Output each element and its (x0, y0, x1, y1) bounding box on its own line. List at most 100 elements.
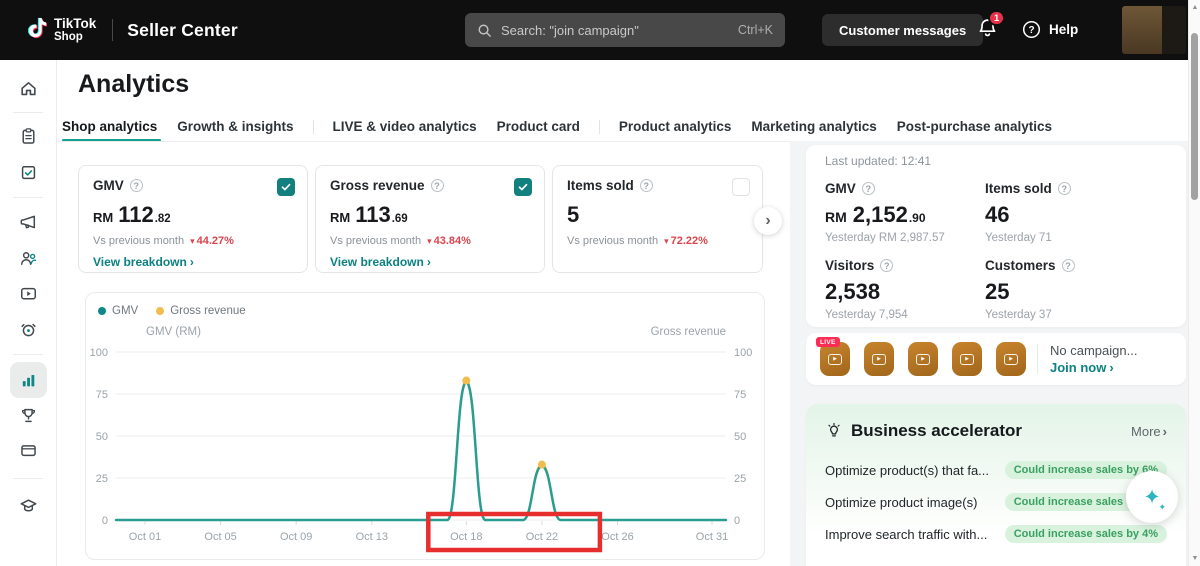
help-icon[interactable]: ? (880, 259, 894, 272)
sidebar-item-home[interactable] (10, 70, 47, 106)
help-button[interactable]: ? Help (1022, 20, 1078, 39)
view-breakdown-link[interactable]: View breakdown › (93, 255, 293, 269)
metric-card-checkbox[interactable] (514, 178, 532, 196)
metric-card-items-sold[interactable]: Items sold ? 5 Vs previous month ▾ 72.22% (552, 165, 763, 273)
right-axis-tick: 25 (734, 473, 746, 485)
ai-assistant-button[interactable]: ✦ ✦ (1126, 471, 1178, 523)
help-icon[interactable]: ? (639, 179, 653, 192)
sidebar-item-live[interactable] (10, 311, 47, 347)
impact-badge: Could increase sales by 4% (1004, 525, 1167, 543)
campaign-avatar-row: LIVE ▶ ▶ ▶ ▶ ▶ (816, 337, 1026, 376)
x-tick-label: Oct 09 (280, 531, 312, 543)
tab-group-divider (598, 119, 600, 134)
legend-item-gmv[interactable]: GMV (98, 305, 138, 317)
campaign-avatar[interactable]: LIVE ▶ (816, 337, 850, 376)
tab-shop-analytics[interactable]: Shop analytics (62, 112, 167, 142)
help-icon[interactable]: ? (430, 179, 444, 192)
overview-metric-value: 46 (985, 202, 1010, 227)
global-search-input[interactable]: Search: "join campaign" Ctrl+K (465, 13, 785, 47)
campaign-avatar[interactable]: ▶ (864, 342, 894, 376)
search-shortcut-hint: Ctrl+K (737, 23, 773, 37)
carousel-next-button[interactable]: › (754, 207, 782, 235)
sidebar-item-marketing[interactable] (10, 204, 47, 240)
accelerator-suggestion-row[interactable]: Optimize product(s) that fa... Could incr… (825, 461, 1167, 479)
tab-product-card[interactable]: Product card (487, 112, 590, 141)
chevron-right-icon: › (1109, 360, 1114, 375)
avatar-image-left (1122, 6, 1162, 54)
metric-card-gross-revenue[interactable]: Gross revenue ? RM 113 .69 Vs previous m… (315, 165, 545, 273)
help-icon[interactable]: ? (129, 179, 143, 192)
chart-card: GMV Gross revenue 0 0 25 25 50 50 75 75 100 100 GM… (85, 292, 765, 560)
video-play-icon: ▶ (872, 353, 886, 365)
campaign-avatar[interactable]: ▶ (996, 342, 1026, 376)
svg-text:?: ? (1028, 25, 1034, 36)
scroll-up-icon[interactable]: ▲ (1189, 4, 1200, 11)
campaign-avatar[interactable]: ▶ (952, 342, 982, 376)
tab-post-purchase-analytics[interactable]: Post-purchase analytics (887, 112, 1062, 141)
overview-metrics-grid: GMV? RM 2,152.90 Yesterday RM 2,987.57 Items… (825, 181, 1167, 321)
sidebar-item-finance[interactable] (10, 432, 47, 468)
sidebar-item-analytics[interactable] (10, 362, 47, 398)
gmv-vs-gross-revenue-line-chart: 0 0 25 25 50 50 75 75 100 100 GMV (RM) Gross revenu… (90, 326, 752, 553)
metric-card-checkbox[interactable] (277, 178, 295, 196)
suggestion-label: Improve search traffic with... (825, 526, 988, 542)
people-icon (21, 251, 37, 265)
help-icon[interactable]: ? (861, 182, 875, 195)
sidebar-item-content[interactable] (10, 275, 47, 311)
metric-card-checkbox[interactable] (732, 178, 750, 196)
tab-live-video-analytics[interactable]: LIVE & video analytics (323, 112, 487, 141)
overview-metric-yesterday: Yesterday 71 (985, 232, 1052, 244)
sidebar-item-products[interactable] (10, 154, 47, 190)
more-link[interactable]: More › (1131, 424, 1167, 439)
sidebar-item-academy[interactable] (10, 487, 47, 523)
campaign-avatar[interactable]: ▶ (908, 342, 938, 376)
tab-product-analytics[interactable]: Product analytics (609, 112, 742, 141)
join-now-link[interactable]: Join now › (1050, 360, 1137, 375)
left-navigation-sidebar (0, 60, 57, 566)
sidebar-item-orders[interactable] (10, 118, 47, 154)
metric-compare: Vs previous month ▾ 72.22% (567, 235, 708, 247)
chevron-right-icon: › (1162, 423, 1167, 439)
accelerator-suggestion-row[interactable]: Improve search traffic with... Could incr… (825, 525, 1167, 543)
gross-revenue-peak-marker (537, 460, 546, 469)
gross-revenue-legend-dot (156, 307, 165, 315)
account-avatar[interactable] (1122, 6, 1186, 54)
scroll-down-icon[interactable]: ▼ (1189, 555, 1200, 562)
metric-card-gmv[interactable]: GMV ? RM 112 .82 Vs previous month ▾ 44.2… (78, 165, 308, 273)
tab-marketing-analytics[interactable]: Marketing analytics (741, 112, 886, 141)
sidebar-item-growth[interactable] (10, 397, 47, 433)
customer-messages-button[interactable]: Customer messages (822, 14, 984, 46)
left-axis-tick: 75 (96, 389, 108, 401)
page-scrollbar[interactable]: ▲ ▼ (1188, 0, 1200, 566)
tab-growth-insights[interactable]: Growth & insights (167, 112, 303, 141)
x-tick-label: Oct 22 (526, 531, 558, 543)
overview-metric-yesterday: Yesterday RM 2,987.57 (825, 232, 945, 244)
tiktok-shop-logo[interactable]: TikTok Shop (22, 16, 96, 45)
x-tick-label: Oct 18 (450, 531, 482, 543)
overview-metric-label: Customers (985, 258, 1056, 273)
help-icon[interactable]: ? (1057, 182, 1071, 195)
megaphone-icon (20, 215, 36, 228)
alarm-icon (21, 323, 36, 336)
check-icon (281, 183, 291, 191)
scrollbar-thumb[interactable] (1191, 33, 1198, 200)
question-circle-icon: ? (1022, 20, 1041, 39)
accelerator-suggestion-row[interactable]: Optimize product image(s) Could increase … (825, 493, 1167, 511)
overview-metric-customers: Customers? 25 Yesterday 37 (985, 258, 1167, 321)
down-arrow-icon: ▾ (427, 235, 432, 246)
legend-item-gross-revenue[interactable]: Gross revenue (156, 305, 246, 317)
help-icon[interactable]: ? (1061, 259, 1075, 272)
sidebar-divider (13, 354, 43, 355)
top-header-bar: TikTok Shop Seller Center Search: "join … (0, 0, 1188, 60)
x-tick-label: Oct 01 (129, 531, 161, 543)
wallet-icon (21, 444, 36, 456)
bar-chart-icon (22, 374, 35, 386)
chevron-right-icon: › (189, 255, 194, 269)
check-icon (518, 183, 528, 191)
view-breakdown-link[interactable]: View breakdown › (330, 255, 530, 269)
sidebar-item-affiliate[interactable] (10, 240, 47, 276)
metric-card-title: GMV (93, 178, 124, 193)
video-play-icon: ▶ (916, 353, 930, 365)
overview-metric-value: 25 (985, 279, 1010, 304)
suggestion-label: Optimize product(s) that fa... (825, 462, 990, 478)
